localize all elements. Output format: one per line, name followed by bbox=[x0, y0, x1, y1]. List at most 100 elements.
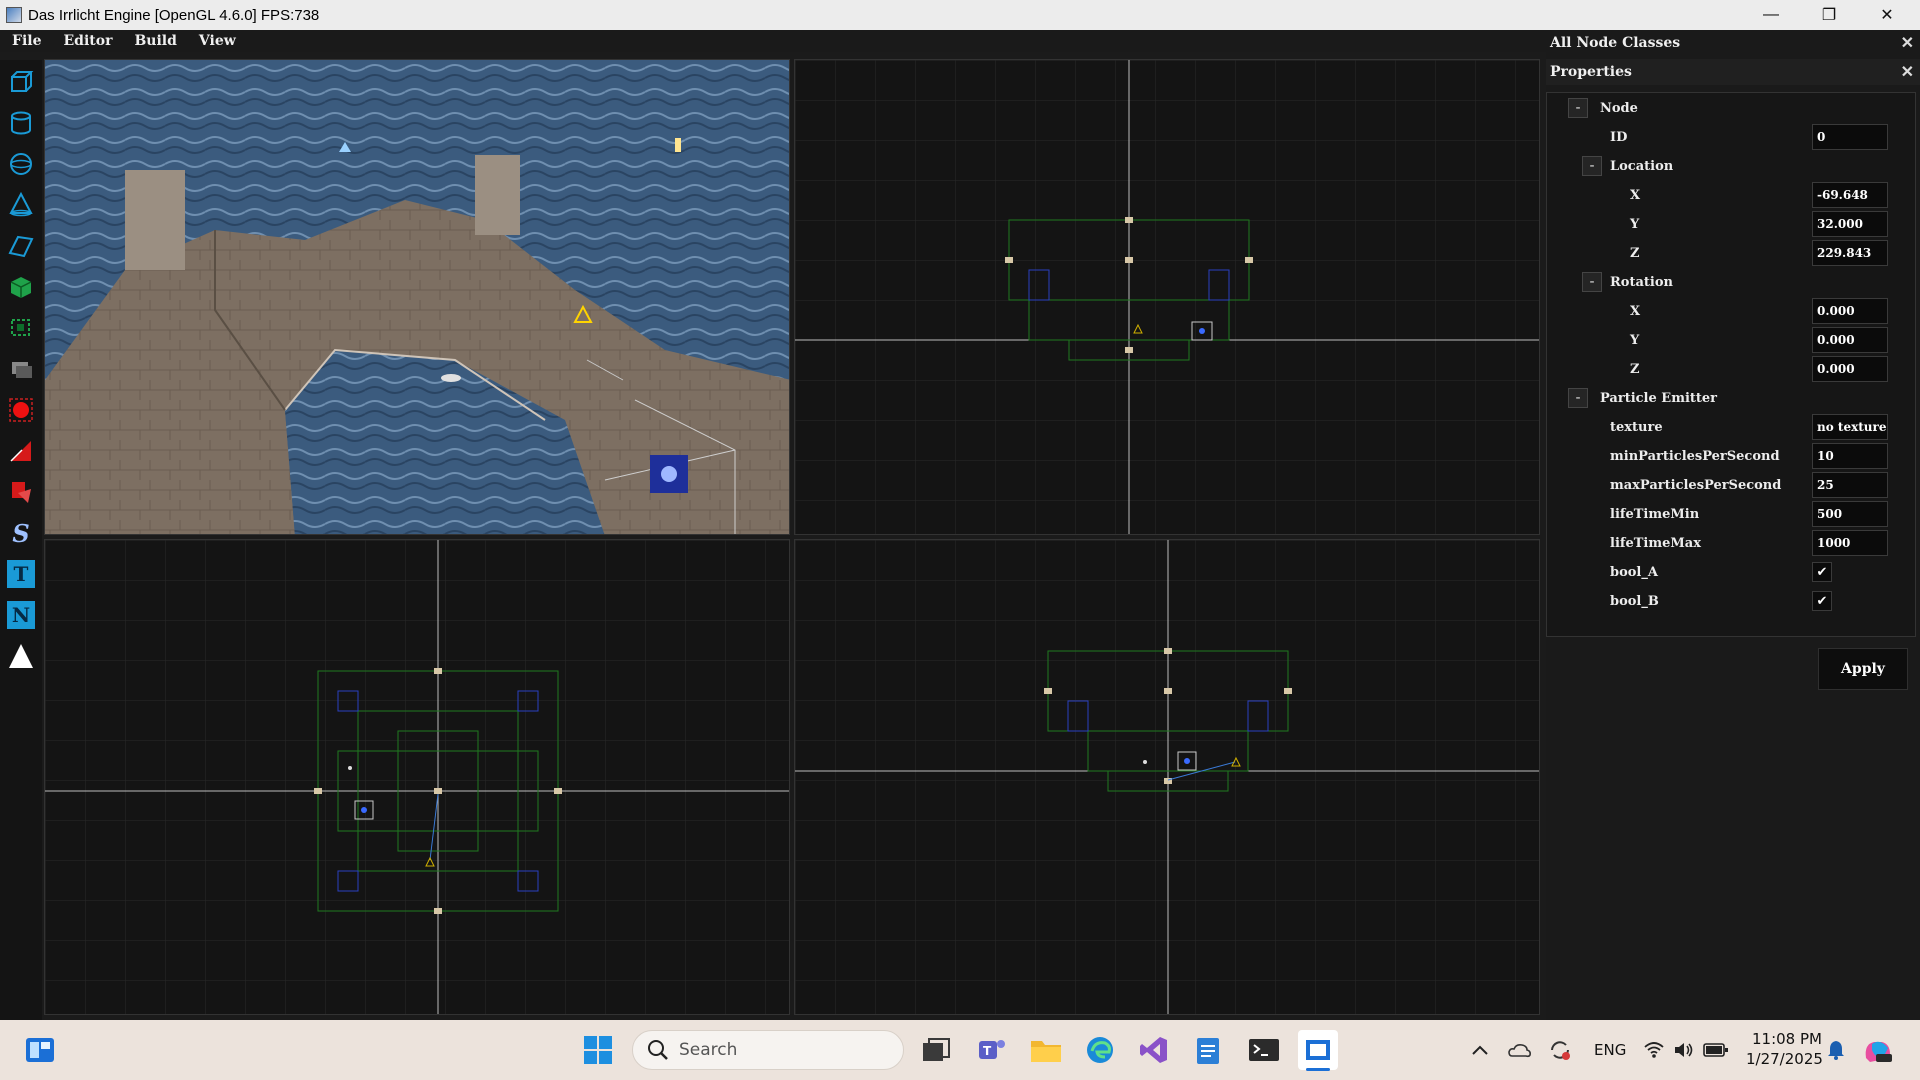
close-node-classes-button[interactable]: ✕ bbox=[1901, 33, 1914, 52]
id-label: ID bbox=[1610, 129, 1628, 145]
taskbar-search[interactable]: Search bbox=[632, 1030, 904, 1070]
search-placeholder: Search bbox=[679, 1040, 738, 1060]
t-tool-icon[interactable]: T bbox=[4, 557, 38, 591]
lifetime-min-field[interactable]: 500 bbox=[1812, 501, 1888, 527]
solid-cube-tool-icon[interactable] bbox=[4, 270, 38, 304]
s-tool-icon[interactable]: S bbox=[4, 516, 38, 550]
clock-time[interactable]: 11:08 PM bbox=[1752, 1030, 1822, 1048]
side-ortho-viewport[interactable] bbox=[794, 539, 1540, 1015]
rotation-z-label: Z bbox=[1630, 361, 1640, 377]
apply-button[interactable]: Apply bbox=[1818, 648, 1908, 690]
edge-browser-icon[interactable] bbox=[1080, 1030, 1120, 1070]
rotation-z-field[interactable]: 0.000 bbox=[1812, 356, 1888, 382]
paint-tool-icon[interactable] bbox=[4, 475, 38, 509]
notification-bell-icon[interactable] bbox=[1816, 1030, 1856, 1070]
top-ortho-viewport[interactable] bbox=[44, 539, 790, 1015]
minimize-button[interactable]: — bbox=[1742, 0, 1800, 30]
location-x-field[interactable]: -69.648 bbox=[1812, 182, 1888, 208]
active-app-indicator bbox=[1306, 1068, 1330, 1071]
cylinder-tool-icon[interactable] bbox=[4, 106, 38, 140]
lifetime-max-label: lifeTimeMax bbox=[1610, 535, 1701, 551]
location-section-label: Location bbox=[1610, 158, 1674, 174]
properties-header: Properties ✕ bbox=[1546, 59, 1920, 85]
widgets-icon[interactable] bbox=[20, 1030, 60, 1070]
s-tool-label: S bbox=[12, 518, 30, 548]
app-icon bbox=[6, 7, 22, 23]
bool-b-label: bool_B bbox=[1610, 593, 1659, 609]
mesh-tool-icon[interactable] bbox=[4, 311, 38, 345]
battery-icon[interactable] bbox=[1696, 1030, 1736, 1070]
max-particles-field[interactable]: 25 bbox=[1812, 472, 1888, 498]
language-indicator[interactable]: ENG bbox=[1594, 1041, 1626, 1059]
plane-tool-icon[interactable] bbox=[4, 229, 38, 263]
rotation-y-field[interactable]: 0.000 bbox=[1812, 327, 1888, 353]
emitter-section-label: Particle Emitter bbox=[1600, 390, 1718, 406]
rotation-x-label: X bbox=[1630, 303, 1641, 319]
id-field[interactable]: 0 bbox=[1812, 124, 1888, 150]
collapse-rotation-toggle[interactable]: - bbox=[1582, 272, 1602, 292]
show-hidden-icons-chevron-icon[interactable] bbox=[1460, 1030, 1500, 1070]
bool-b-checkbox[interactable]: ✔ bbox=[1812, 591, 1832, 611]
onedrive-icon[interactable] bbox=[1500, 1030, 1540, 1070]
light-box-tool-icon[interactable] bbox=[4, 352, 38, 386]
emitter-tool-icon[interactable] bbox=[4, 434, 38, 468]
location-z-label: Z bbox=[1630, 245, 1640, 261]
sync-status-icon[interactable] bbox=[1540, 1030, 1580, 1070]
maximize-button[interactable]: ❐ bbox=[1800, 0, 1858, 30]
rotation-x-field[interactable]: 0.000 bbox=[1812, 298, 1888, 324]
ortho-grid-br bbox=[795, 540, 1539, 1014]
particle-tool-icon[interactable] bbox=[4, 393, 38, 427]
window-titlebar: Das Irrlicht Engine [OpenGL 4.6.0] FPS:7… bbox=[0, 0, 1920, 30]
collapse-emitter-toggle[interactable]: - bbox=[1568, 388, 1588, 408]
front-ortho-viewport[interactable] bbox=[794, 59, 1540, 535]
perspective-viewport[interactable] bbox=[44, 59, 790, 535]
lifetime-max-field[interactable]: 1000 bbox=[1812, 530, 1888, 556]
max-particles-label: maxParticlesPerSecond bbox=[1610, 477, 1782, 493]
menu-editor[interactable]: Editor bbox=[63, 33, 112, 49]
collapse-node-toggle[interactable]: - bbox=[1568, 98, 1588, 118]
ortho-grid-top bbox=[795, 60, 1539, 534]
triangle-tool-icon[interactable] bbox=[4, 639, 38, 673]
texture-field[interactable]: no texture bbox=[1812, 414, 1888, 440]
visual-studio-icon[interactable] bbox=[1134, 1030, 1174, 1070]
all-node-classes-header: All Node Classes ✕ bbox=[1546, 30, 1920, 56]
clock-date[interactable]: 1/27/2025 bbox=[1746, 1050, 1823, 1068]
terminal-icon[interactable] bbox=[1244, 1030, 1284, 1070]
cone-tool-icon[interactable] bbox=[4, 188, 38, 222]
irrlicht-app-icon[interactable] bbox=[1298, 1030, 1338, 1070]
ortho-grid-bl bbox=[45, 540, 789, 1014]
menu-build[interactable]: Build bbox=[134, 33, 176, 49]
min-particles-field[interactable]: 10 bbox=[1812, 443, 1888, 469]
location-z-field[interactable]: 229.843 bbox=[1812, 240, 1888, 266]
copilot-icon[interactable] bbox=[1858, 1030, 1898, 1070]
cube-wire-tool-icon[interactable] bbox=[4, 65, 38, 99]
start-button-icon[interactable] bbox=[578, 1030, 618, 1070]
tool-palette: S T N bbox=[0, 60, 42, 1020]
close-window-button[interactable]: ✕ bbox=[1858, 0, 1916, 30]
all-node-classes-title: All Node Classes bbox=[1550, 35, 1681, 51]
rotation-y-label: Y bbox=[1630, 332, 1640, 348]
file-explorer-icon[interactable] bbox=[1026, 1030, 1066, 1070]
menu-view[interactable]: View bbox=[199, 33, 236, 49]
close-properties-button[interactable]: ✕ bbox=[1901, 62, 1914, 81]
node-section-label: Node bbox=[1600, 100, 1638, 116]
teams-icon[interactable]: T bbox=[972, 1030, 1012, 1070]
task-view-icon[interactable] bbox=[916, 1030, 956, 1070]
location-y-field[interactable]: 32.000 bbox=[1812, 211, 1888, 237]
n-tool-icon[interactable]: N bbox=[4, 598, 38, 632]
bool-a-label: bool_A bbox=[1610, 564, 1658, 580]
location-x-label: X bbox=[1630, 187, 1641, 203]
lifetime-min-label: lifeTimeMin bbox=[1610, 506, 1700, 522]
search-icon bbox=[648, 1040, 668, 1060]
menu-file[interactable]: File bbox=[12, 33, 41, 49]
location-y-label: Y bbox=[1630, 216, 1640, 232]
svg-text:T: T bbox=[983, 1044, 992, 1058]
sphere-tool-icon[interactable] bbox=[4, 147, 38, 181]
notepad-icon[interactable] bbox=[1188, 1030, 1228, 1070]
taskbar bbox=[0, 1020, 1920, 1080]
scene-render bbox=[45, 60, 789, 534]
n-tool-label: N bbox=[7, 601, 35, 629]
t-tool-label: T bbox=[7, 560, 35, 588]
collapse-location-toggle[interactable]: - bbox=[1582, 156, 1602, 176]
bool-a-checkbox[interactable]: ✔ bbox=[1812, 562, 1832, 582]
